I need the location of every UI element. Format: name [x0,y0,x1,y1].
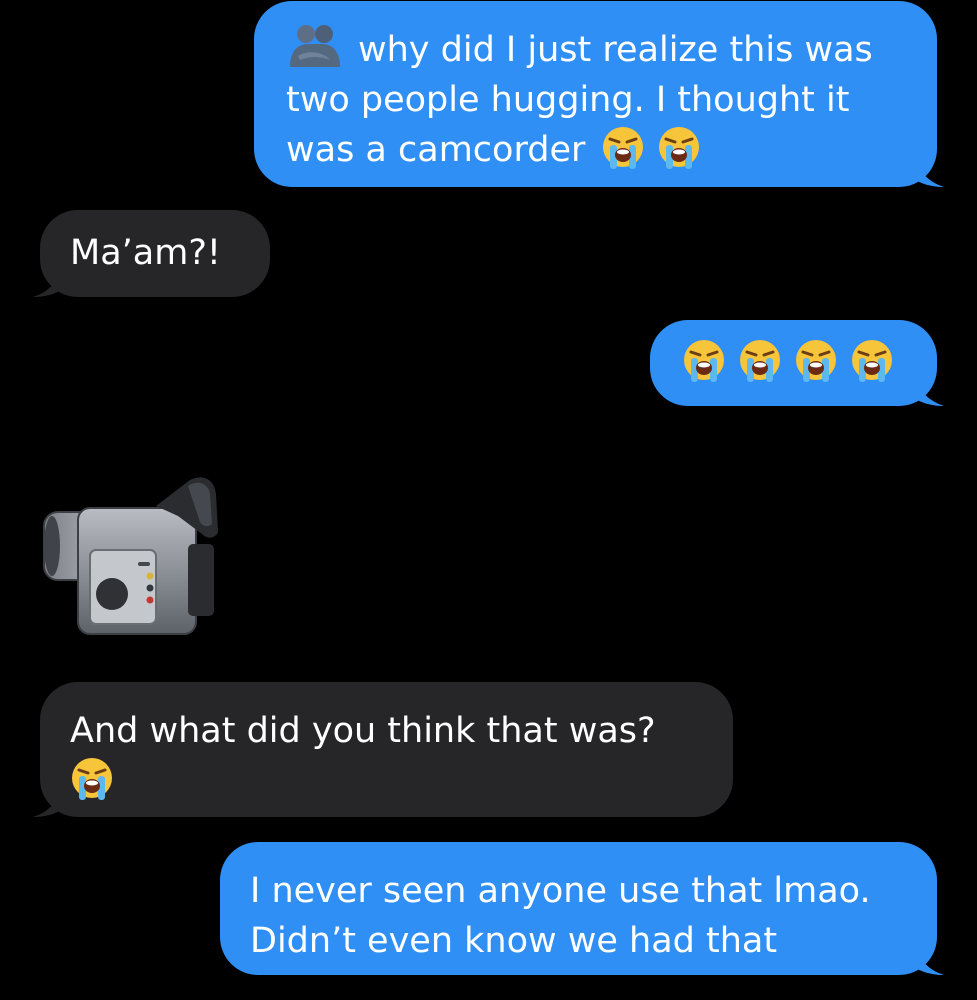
emoji-row [682,338,911,388]
loudly-crying-face-icon [850,338,894,382]
message-line: was a camcorder [286,125,907,175]
message-line: why did I just realize this was [286,23,907,75]
loudly-crying-face-icon [682,338,726,382]
message-thread: why did I just realize this was two peop… [0,0,977,1000]
loudly-crying-face-icon [794,338,838,382]
message-text: why did I just realize this was [358,30,873,70]
loudly-crying-face-icon [738,338,782,382]
message-line: Didn’t even know we had that [250,921,778,961]
loudly-crying-face-icon [601,125,645,169]
loudly-crying-face-icon [70,756,114,800]
bubble-tail [912,147,944,187]
sent-message-bubble[interactable]: why did I just realize this was two peop… [254,1,944,187]
people-hugging-icon [286,23,344,69]
loudly-crying-face-icon [657,125,701,169]
bubble-tail [912,366,944,406]
message-text: And what did you think that was? [70,711,656,751]
message-text: Ma’am?! [70,233,221,273]
received-message-bubble[interactable]: And what did you think that was? [33,682,733,817]
bubble-tail [912,935,944,975]
bubble-tail [33,257,65,297]
bubble-tail [33,777,65,817]
message-line: I never seen anyone use that lmao. [250,871,871,911]
received-message-bubble[interactable]: Ma’am?! [33,210,270,297]
sent-message-bubble[interactable] [650,320,944,406]
message-text: was a camcorder [286,130,586,170]
emoji-row [70,756,703,806]
message-line: two people hugging. I thought it [286,80,850,120]
video-camera-icon[interactable] [38,472,224,642]
sent-message-bubble[interactable]: I never seen anyone use that lmao. Didn’… [220,842,944,975]
